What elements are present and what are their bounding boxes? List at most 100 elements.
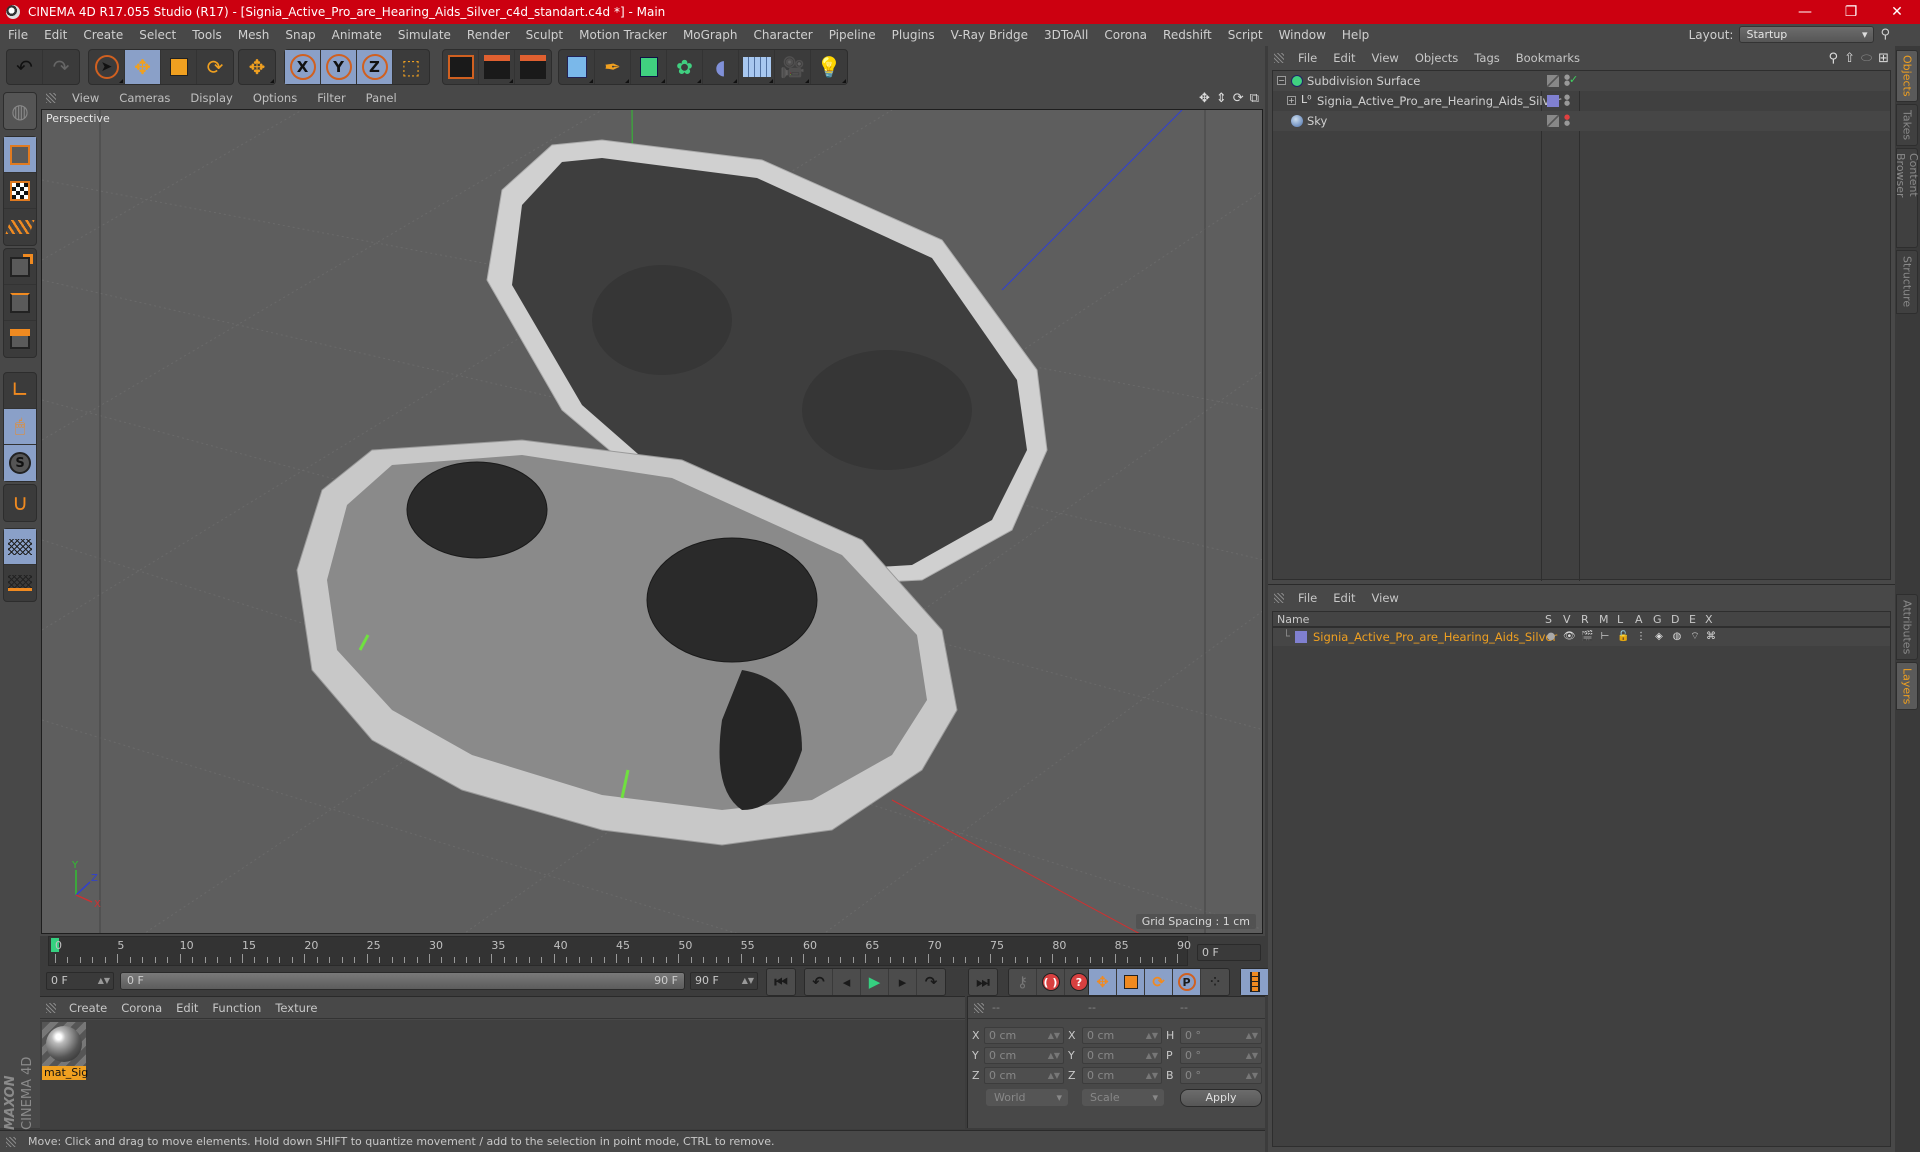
panel-grip-icon[interactable]: [46, 93, 56, 103]
deformer-icon[interactable]: ◖: [703, 50, 739, 84]
orbit-icon[interactable]: ⟳: [1233, 91, 1244, 106]
restore-button[interactable]: ❐: [1828, 4, 1874, 20]
keyframe-icon[interactable]: ⚷: [1009, 969, 1037, 995]
column-render[interactable]: R: [1581, 613, 1589, 626]
go-to-start-icon[interactable]: ⏮: [767, 969, 795, 995]
next-key-icon[interactable]: ↷: [917, 969, 945, 995]
om-menu-file[interactable]: File: [1290, 51, 1325, 65]
tab-attributes[interactable]: Attributes: [1896, 594, 1918, 660]
minimize-button[interactable]: —: [1782, 4, 1828, 20]
material-menu-corona[interactable]: Corona: [114, 1001, 169, 1015]
column-deformers[interactable]: D: [1671, 613, 1679, 626]
generators-toggle-icon[interactable]: ◈: [1653, 631, 1665, 643]
make-editable-icon[interactable]: ◍: [4, 93, 36, 129]
layer-row[interactable]: └ Signia_Active_Pro_are_Hearing_Aids_Sil…: [1273, 628, 1890, 646]
3d-viewport[interactable]: Y Z X Perspective Grid Spacing : 1 cm: [41, 109, 1263, 934]
menu-character[interactable]: Character: [745, 28, 820, 42]
menu-simulate[interactable]: Simulate: [390, 28, 459, 42]
model-mode-icon[interactable]: [4, 137, 36, 173]
viewport-menu-display[interactable]: Display: [180, 91, 242, 105]
om-menu-view[interactable]: View: [1364, 51, 1407, 65]
menu-plugins[interactable]: Plugins: [884, 28, 943, 42]
menu-mesh[interactable]: Mesh: [230, 28, 278, 42]
render-view-icon[interactable]: [443, 50, 479, 84]
select-icon[interactable]: ➤: [89, 50, 125, 84]
x-axis-lock-button[interactable]: X: [285, 50, 321, 84]
live-move-icon[interactable]: ✥: [239, 50, 275, 84]
locked-workplane-icon[interactable]: [4, 529, 36, 565]
position-z-field[interactable]: 0 cm ▲▼: [984, 1067, 1064, 1084]
visibility-dots-icon[interactable]: ● ●: [1564, 74, 1570, 87]
menu-tools[interactable]: Tools: [184, 28, 230, 42]
close-button[interactable]: ✕: [1874, 4, 1920, 20]
layout-dropdown[interactable]: Startup: [1739, 26, 1875, 43]
previous-frame-icon[interactable]: ◂: [833, 969, 861, 995]
axis-mode-icon[interactable]: ∟: [4, 373, 36, 409]
viewport-menu-filter[interactable]: Filter: [307, 91, 355, 105]
column-animation[interactable]: A: [1635, 613, 1643, 626]
column-expressions[interactable]: E: [1689, 613, 1696, 626]
edges-mode-icon[interactable]: [4, 285, 36, 321]
snap-icon[interactable]: ∪: [4, 485, 36, 521]
layer-color-icon[interactable]: [1547, 95, 1559, 107]
menu-window[interactable]: Window: [1271, 28, 1334, 42]
column-name[interactable]: Name: [1277, 613, 1309, 626]
lm-menu-edit[interactable]: Edit: [1325, 591, 1363, 605]
view-toggle-icon[interactable]: 👁: [1563, 631, 1576, 643]
link-icon[interactable]: ⬭: [1861, 51, 1872, 66]
material-menu-create[interactable]: Create: [62, 1001, 114, 1015]
size-x-field[interactable]: 0 cm ▲▼: [1082, 1027, 1162, 1044]
timeline-icon[interactable]: [1241, 969, 1269, 995]
size-mode-dropdown[interactable]: Scale: [1082, 1089, 1164, 1106]
next-frame-icon[interactable]: ▸: [889, 969, 917, 995]
pan-icon[interactable]: ✥: [1199, 91, 1210, 106]
rotation-h-field[interactable]: 0 ° ▲▼: [1180, 1027, 1262, 1044]
lm-menu-file[interactable]: File: [1290, 591, 1325, 605]
menu-render[interactable]: Render: [459, 28, 518, 42]
menu-sculpt[interactable]: Sculpt: [518, 28, 571, 42]
pen-spline-icon[interactable]: ✒: [595, 50, 631, 84]
viewport-menu-view[interactable]: View: [62, 91, 109, 105]
subdivision-icon[interactable]: [631, 50, 667, 84]
viewport-menu-panel[interactable]: Panel: [356, 91, 407, 105]
menu-mograph[interactable]: MoGraph: [675, 28, 746, 42]
timeline-ruler[interactable]: 0 5 10 15 20 25 30 35 40 45 50 55 60 65 70 75 80 85 90: [48, 936, 1191, 966]
autokey-icon[interactable]: ( ): [1037, 969, 1065, 995]
column-solo[interactable]: S: [1545, 613, 1552, 626]
animation-toggle-icon[interactable]: ⋮: [1635, 631, 1647, 643]
play-icon[interactable]: ▶: [861, 969, 889, 995]
collapse-icon[interactable]: −: [1277, 76, 1286, 85]
world-coordinates-icon[interactable]: ⬚: [393, 50, 429, 84]
tab-structure[interactable]: Structure: [1896, 250, 1918, 314]
expressions-toggle-icon[interactable]: ⌔: [1689, 631, 1701, 643]
editor-visibility-icon[interactable]: [1547, 75, 1559, 87]
material-item[interactable]: mat_Sig: [42, 1022, 88, 1080]
viewport-menu-options[interactable]: Options: [243, 91, 307, 105]
menu-motion-tracker[interactable]: Motion Tracker: [571, 28, 675, 42]
position-x-field[interactable]: 0 cm ▲▼: [984, 1027, 1064, 1044]
position-key-icon[interactable]: ✥: [1089, 969, 1117, 995]
apply-button[interactable]: Apply: [1180, 1089, 1262, 1107]
menu-help[interactable]: Help: [1334, 28, 1377, 42]
menu-edit[interactable]: Edit: [36, 28, 75, 42]
render-settings-icon[interactable]: [515, 50, 551, 84]
layer-color-icon[interactable]: [1295, 631, 1307, 643]
floor-icon[interactable]: [739, 50, 775, 84]
menu-file[interactable]: File: [0, 28, 36, 42]
rotation-b-field[interactable]: 0 ° ▲▼: [1180, 1067, 1262, 1084]
size-y-field[interactable]: 0 cm ▲▼: [1082, 1047, 1162, 1064]
om-menu-objects[interactable]: Objects: [1407, 51, 1466, 65]
manager-toggle-icon[interactable]: ⊢: [1599, 631, 1611, 643]
tab-layers[interactable]: Layers: [1896, 662, 1918, 710]
object-row-signia[interactable]: + L⁰ Signia_Active_Pro_are_Hearing_Aids_…: [1273, 91, 1890, 111]
search-icon[interactable]: ⚲: [1829, 51, 1839, 66]
lm-menu-view[interactable]: View: [1364, 591, 1407, 605]
viewport-menu-cameras[interactable]: Cameras: [109, 91, 180, 105]
render-toggle-icon[interactable]: 🎬: [1581, 631, 1593, 643]
size-z-field[interactable]: 0 cm ▲▼: [1082, 1067, 1162, 1084]
texture-mode-icon[interactable]: [4, 173, 36, 209]
move-icon[interactable]: ✥: [125, 50, 161, 84]
material-menu-function[interactable]: Function: [205, 1001, 268, 1015]
y-axis-lock-button[interactable]: Y: [321, 50, 357, 84]
material-menu-edit[interactable]: Edit: [169, 1001, 205, 1015]
